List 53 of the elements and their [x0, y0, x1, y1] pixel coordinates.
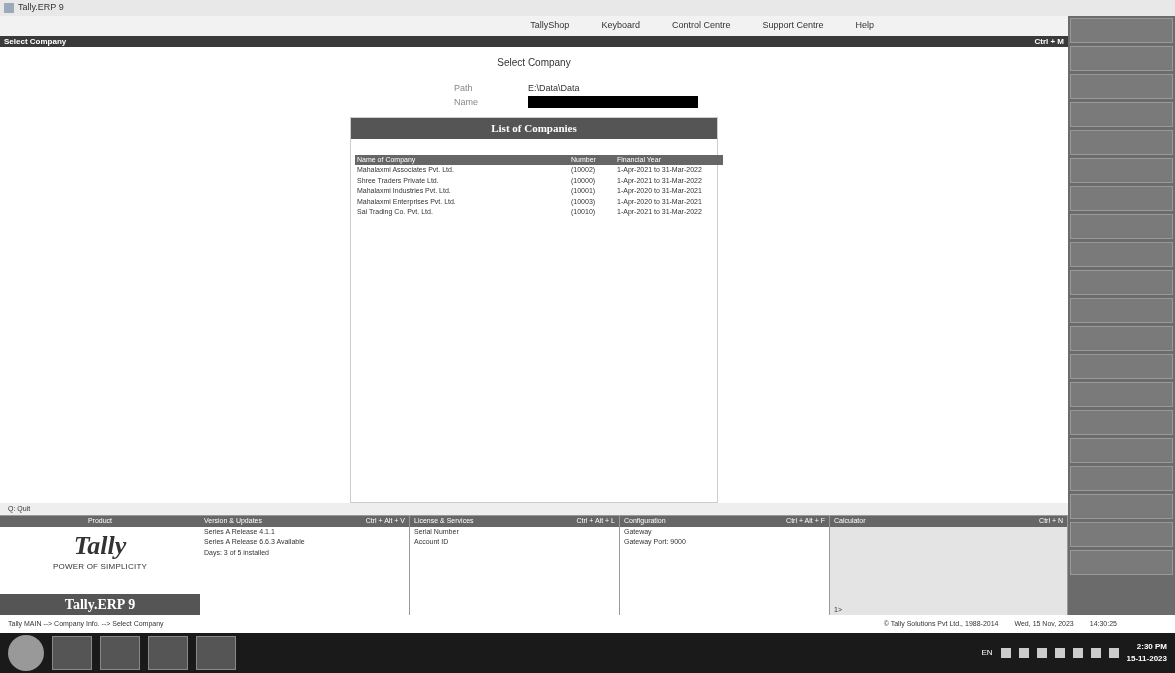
- menu-item[interactable]: Keyboard: [597, 19, 644, 33]
- side-button[interactable]: [1070, 382, 1173, 407]
- edition-banner: Tally.ERP 9: [0, 594, 200, 615]
- list-title: List of Companies: [351, 118, 717, 139]
- name-field[interactable]: [528, 95, 698, 108]
- side-button[interactable]: [1070, 410, 1173, 435]
- screen-title: Select Company: [4, 35, 67, 48]
- field-label: Path: [454, 82, 474, 95]
- side-button[interactable]: [1070, 74, 1173, 99]
- clock-date: 15-11-2023: [1126, 653, 1167, 665]
- side-button[interactable]: [1070, 438, 1173, 463]
- side-button[interactable]: [1070, 102, 1173, 127]
- menu-item[interactable]: Help: [851, 19, 878, 33]
- side-button[interactable]: [1070, 130, 1173, 155]
- tray-icon: [1108, 648, 1119, 658]
- side-button[interactable]: [1070, 186, 1173, 211]
- screen-heading: Select Company: [497, 56, 571, 70]
- side-button[interactable]: [1070, 242, 1173, 267]
- window-title: Tally.ERP 9: [18, 1, 64, 15]
- tray-icon: [1054, 648, 1065, 658]
- tally-logo: Tally: [73, 530, 127, 561]
- side-button[interactable]: [1070, 354, 1173, 379]
- side-button[interactable]: [1070, 466, 1173, 491]
- clock-time: 2:30 PM: [1136, 641, 1167, 653]
- shortcut-label: Ctrl + M: [1034, 35, 1064, 48]
- start-button[interactable]: [8, 635, 44, 671]
- menu-item[interactable]: Control Centre: [667, 19, 735, 33]
- side-button[interactable]: [1070, 18, 1173, 43]
- menu-item[interactable]: TallyShop: [526, 19, 574, 33]
- path-value: E:\Data\Data: [528, 82, 581, 95]
- side-button[interactable]: [1070, 270, 1173, 295]
- taskbar-button[interactable]: [52, 636, 92, 670]
- side-button[interactable]: [1070, 214, 1173, 239]
- tray-icon: [1018, 648, 1029, 658]
- menu-item[interactable]: Support Centre: [758, 19, 828, 33]
- taskbar-button[interactable]: [100, 636, 140, 670]
- tagline: POWER OF SIMPLICITY: [53, 560, 147, 573]
- tray-icon: [1072, 648, 1083, 658]
- field-label: Name: [454, 95, 479, 109]
- language-indicator: EN: [981, 647, 993, 659]
- side-button[interactable]: [1070, 550, 1173, 575]
- side-button[interactable]: [1070, 158, 1173, 183]
- taskbar-button[interactable]: [148, 636, 188, 670]
- tray-icon: [1036, 648, 1047, 658]
- side-button[interactable]: [1070, 522, 1173, 547]
- taskbar-button[interactable]: [196, 636, 236, 670]
- side-button[interactable]: [1070, 46, 1173, 71]
- app-icon: [4, 3, 14, 13]
- side-button[interactable]: [1070, 326, 1173, 351]
- tray-icon: [1090, 648, 1101, 658]
- side-button[interactable]: [1070, 494, 1173, 519]
- side-button[interactable]: [1070, 298, 1173, 323]
- tray-icon: [1000, 648, 1011, 658]
